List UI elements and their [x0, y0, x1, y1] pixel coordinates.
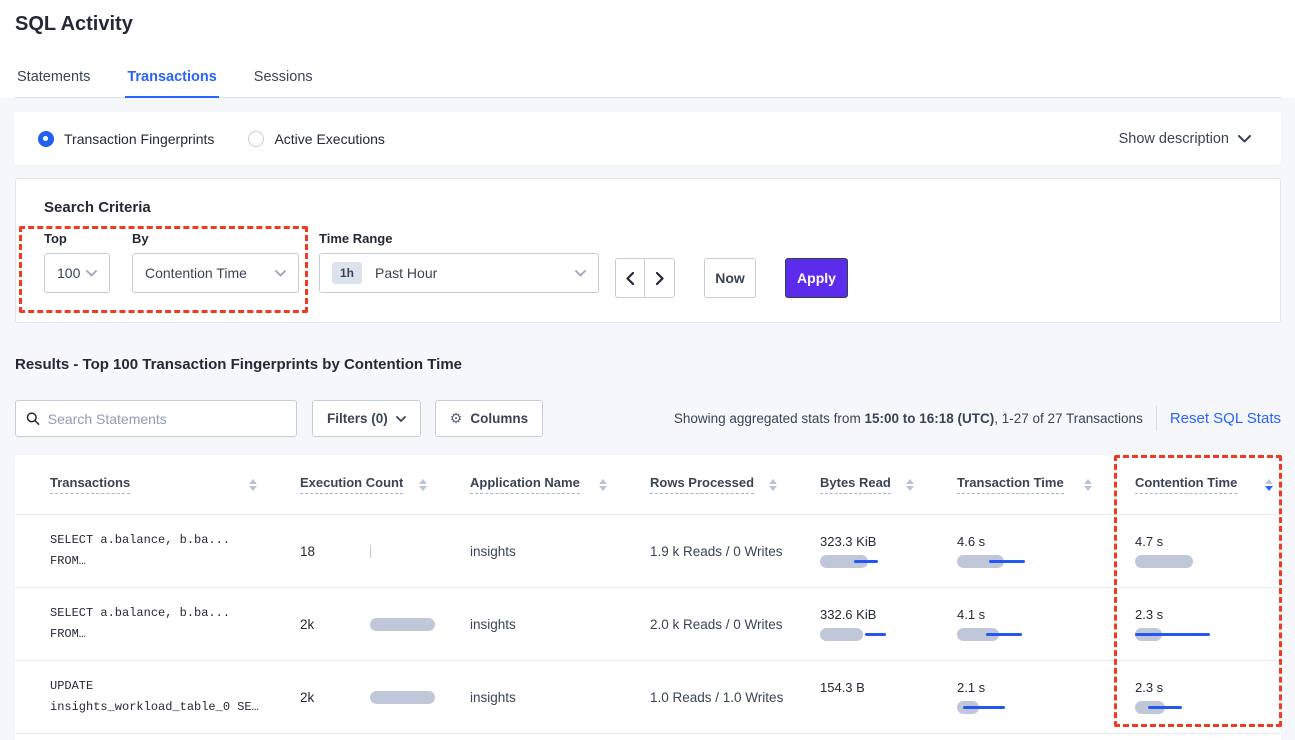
table-row: UPDATE insights_workload_table_0 SE… 2k … — [15, 661, 1281, 734]
top-select[interactable]: 100 — [44, 253, 110, 293]
search-icon — [26, 411, 40, 426]
contention-time-cell: 2.3 s — [1100, 588, 1281, 660]
chevron-down-icon — [86, 270, 97, 277]
chevron-down-icon — [275, 270, 286, 277]
table-row: SELECT a.balance, b.ba... FROM… 2k insig… — [15, 588, 1281, 661]
search-criteria-heading: Search Criteria — [44, 199, 151, 216]
radio-unselected-icon — [248, 131, 264, 147]
chevron-down-icon — [575, 270, 586, 277]
contention-time-cell: 2.3 s — [1100, 661, 1281, 733]
time-range-next-button[interactable] — [645, 259, 674, 297]
application-name-cell: insights — [435, 588, 615, 660]
bytes-read-cell: 154.3 B — [785, 661, 922, 733]
transaction-time-cell: 2.1 s — [922, 661, 1100, 733]
transaction-time-cell: 4.6 s — [922, 515, 1100, 587]
tab-sessions[interactable]: Sessions — [252, 69, 315, 97]
sort-icon[interactable] — [1265, 479, 1273, 491]
application-name-cell: insights — [435, 661, 615, 733]
by-select-value: Contention Time — [145, 265, 247, 281]
column-header-application-name[interactable]: Application Name — [435, 455, 615, 514]
chevron-right-icon — [656, 272, 664, 285]
transaction-fingerprint-link[interactable]: UPDATE insights_workload_table_0 SE… — [15, 661, 265, 733]
tab-statements[interactable]: Statements — [15, 69, 92, 97]
sort-icon[interactable] — [249, 479, 257, 491]
filters-button[interactable]: Filters (0) — [312, 400, 421, 437]
bytes-read-cell: 332.6 KiB — [785, 588, 922, 660]
search-criteria-card: Search Criteria Top 100 By Contention Ti… — [15, 178, 1281, 323]
results-toolbar: Filters (0) ⚙ Columns Showing aggregated… — [15, 400, 1281, 437]
transaction-time-cell: 4.1 s — [922, 588, 1100, 660]
page-header: SQL Activity Statements Transactions Ses… — [0, 0, 1295, 98]
top-select-value: 100 — [57, 265, 80, 281]
sort-icon[interactable] — [906, 479, 914, 491]
reset-sql-stats-link[interactable]: Reset SQL Stats — [1170, 410, 1281, 427]
rows-processed-cell: 1.9 k Reads / 0 Writes — [615, 515, 785, 587]
time-range-select[interactable]: 1h Past Hour — [319, 253, 599, 293]
columns-label: Columns — [470, 411, 528, 426]
application-name-cell: insights — [435, 515, 615, 587]
rows-processed-cell: 2.0 k Reads / 0 Writes — [615, 588, 785, 660]
sort-icon[interactable] — [1084, 479, 1092, 491]
divider — [1156, 406, 1157, 431]
table-row: SELECT a.balance, b.ba... FROM… 18 insig… — [15, 515, 1281, 588]
contention-time-cell: 4.7 s — [1100, 515, 1281, 587]
transaction-fingerprint-link[interactable]: SELECT a.balance, b.ba... FROM… — [15, 515, 265, 587]
sort-icon[interactable] — [769, 479, 777, 491]
time-range-prev-button[interactable] — [616, 259, 645, 297]
view-mode-card: Transaction Fingerprints Active Executio… — [14, 112, 1281, 165]
show-description-label: Show description — [1119, 131, 1229, 147]
tab-bar: Statements Transactions Sessions — [15, 69, 1281, 98]
transactions-table: Transactions Execution Count Application… — [15, 455, 1281, 740]
results-heading: Results - Top 100 Transaction Fingerprin… — [15, 356, 462, 373]
execution-count-cell: 2k — [265, 588, 435, 660]
column-header-execution-count[interactable]: Execution Count — [265, 455, 435, 514]
tab-transactions[interactable]: Transactions — [125, 69, 218, 98]
column-header-rows-processed[interactable]: Rows Processed — [615, 455, 785, 514]
execution-count-cell: 18 — [265, 515, 435, 587]
bytes-read-cell: 323.3 KiB — [785, 515, 922, 587]
time-range-label: Time Range — [319, 231, 599, 246]
filters-label: Filters (0) — [327, 411, 388, 426]
apply-button[interactable]: Apply — [785, 258, 848, 298]
sort-icon[interactable] — [599, 479, 607, 491]
by-select[interactable]: Contention Time — [132, 253, 299, 293]
radio-active-executions[interactable]: Active Executions — [248, 131, 385, 147]
radio-selected-icon — [38, 131, 54, 147]
radio-label: Active Executions — [274, 131, 385, 147]
radio-label: Transaction Fingerprints — [64, 131, 214, 147]
chevron-down-icon — [1238, 135, 1251, 143]
column-header-transaction-time[interactable]: Transaction Time — [922, 455, 1100, 514]
sort-icon[interactable] — [419, 479, 427, 491]
transaction-fingerprint-link[interactable]: SELECT a.balance, b.ba... FROM… — [15, 588, 265, 660]
search-statements-input[interactable] — [48, 411, 286, 427]
column-header-contention-time[interactable]: Contention Time — [1100, 455, 1281, 514]
by-label: By — [132, 231, 299, 246]
search-statements-box — [15, 400, 297, 437]
gear-icon: ⚙ — [450, 410, 463, 427]
top-label: Top — [44, 231, 110, 246]
rows-processed-cell: 1.0 Reads / 1.0 Writes — [615, 661, 785, 733]
page-title: SQL Activity — [15, 13, 133, 36]
time-range-badge: 1h — [332, 262, 362, 284]
table-header-row: Transactions Execution Count Application… — [15, 455, 1281, 515]
columns-button[interactable]: ⚙ Columns — [435, 400, 543, 437]
radio-transaction-fingerprints[interactable]: Transaction Fingerprints — [38, 131, 214, 147]
chevron-left-icon — [626, 272, 634, 285]
execution-count-cell: 2k — [265, 661, 435, 733]
aggregated-stats-text: Showing aggregated stats from 15:00 to 1… — [674, 411, 1143, 426]
column-header-transactions[interactable]: Transactions — [15, 455, 265, 514]
column-header-bytes-read[interactable]: Bytes Read — [785, 455, 922, 514]
now-button[interactable]: Now — [704, 258, 756, 298]
time-range-arrow-group — [615, 258, 675, 298]
show-description-toggle[interactable]: Show description — [1119, 131, 1251, 147]
time-range-value: Past Hour — [375, 265, 437, 281]
chevron-down-icon — [396, 416, 406, 422]
